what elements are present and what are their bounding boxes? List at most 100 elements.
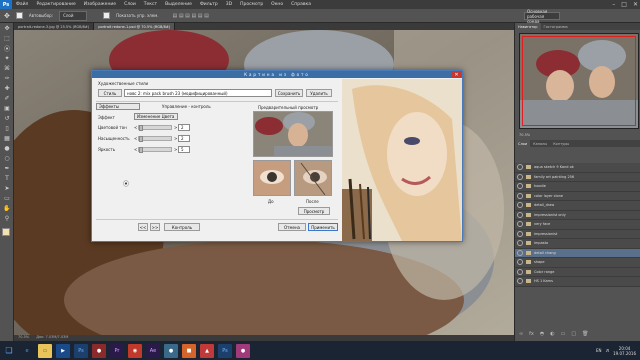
dialog-close-button[interactable]: ✕ xyxy=(452,71,461,78)
menu-layers[interactable]: Слои xyxy=(120,2,140,7)
nav-next-button[interactable]: >> xyxy=(150,223,160,231)
saturation-slider-thumb[interactable] xyxy=(139,136,143,142)
move-tool-icon[interactable]: ✥ xyxy=(4,12,10,20)
menu-filter[interactable]: Фильтр xyxy=(196,2,222,7)
layer-row[interactable]: very face xyxy=(515,220,640,230)
healing-icon[interactable]: ✚ xyxy=(0,83,14,93)
transform-controls-checkbox[interactable] xyxy=(103,12,111,19)
eye-icon[interactable] xyxy=(517,249,523,256)
layer-row[interactable]: HS 1 Kams xyxy=(515,277,640,287)
media-icon[interactable]: ▶ xyxy=(56,343,70,358)
hue-slider-thumb[interactable] xyxy=(139,125,143,131)
eye-icon[interactable] xyxy=(517,240,523,247)
tab-navigator[interactable]: Навигатор xyxy=(515,23,541,30)
lasso-icon[interactable]: ⦿ xyxy=(0,43,14,53)
crop-icon[interactable]: ⌘ xyxy=(0,63,14,73)
eyedropper-icon[interactable]: ✑ xyxy=(0,73,14,83)
new-group-icon[interactable]: ▭ xyxy=(561,331,566,337)
app-icon[interactable]: ● xyxy=(92,343,106,358)
layer-row[interactable]: aqua sketch 9 Kand ok xyxy=(515,163,640,173)
saturation-value[interactable]: 2 xyxy=(178,135,190,142)
style-button[interactable]: Стиль xyxy=(98,89,122,97)
control-button[interactable]: Контроль xyxy=(164,223,200,231)
layer-row[interactable]: Color range xyxy=(515,268,640,277)
apply-button[interactable]: Применить xyxy=(308,223,338,231)
layer-row-selected[interactable]: detail chang xyxy=(515,248,640,258)
chrome-icon[interactable]: ◉ xyxy=(128,343,142,358)
eye-icon[interactable] xyxy=(517,192,523,199)
navigator-thumbnail[interactable] xyxy=(519,33,639,129)
align-icons[interactable]: ▤ ▤ ▤ ▤ ▤ ▤ xyxy=(173,13,209,19)
layer-row[interactable]: family art painting 256 xyxy=(515,173,640,182)
menu-edit[interactable]: Редактирование xyxy=(32,2,79,7)
photoshop-taskbar-icon[interactable]: Ps xyxy=(74,343,88,358)
tab-histogram[interactable]: Гистограмма xyxy=(541,23,571,30)
layer-row[interactable]: impasto xyxy=(515,239,640,249)
preview-button[interactable]: Просмотр xyxy=(298,207,330,215)
effects-select[interactable]: Эффекты xyxy=(96,103,140,110)
app6-icon[interactable]: ● xyxy=(236,343,250,358)
move-icon[interactable]: ✥ xyxy=(0,23,14,33)
dodge-icon[interactable]: ○ xyxy=(0,153,14,163)
layer-row[interactable]: detail_draw xyxy=(515,201,640,211)
link-icon[interactable]: ∞ xyxy=(519,331,523,337)
menu-view[interactable]: Просмотр xyxy=(236,2,267,7)
shape-icon[interactable]: ▭ xyxy=(0,193,14,203)
blur-icon[interactable]: ● xyxy=(0,143,14,153)
adjustment-icon[interactable]: ◐ xyxy=(550,331,554,337)
preview-after[interactable] xyxy=(294,160,332,196)
stamp-icon[interactable]: ▣ xyxy=(0,103,14,113)
menu-file[interactable]: Файл xyxy=(12,2,32,7)
ie-icon[interactable]: e xyxy=(20,344,34,358)
menu-select[interactable]: Выделение xyxy=(161,2,196,7)
navigator-zoom-value[interactable]: 70.5% xyxy=(519,133,530,137)
minimize-icon[interactable]: – xyxy=(612,1,615,8)
preview-large[interactable] xyxy=(253,111,333,157)
navigator-view-box[interactable] xyxy=(522,36,636,126)
zoom-readout[interactable]: 70.5% xyxy=(18,335,29,339)
layer-row[interactable]: color layer clone xyxy=(515,192,640,201)
doc-tab-2[interactable]: portrait redone-1.psd @ 70.5% (RGB/8#) xyxy=(94,23,176,30)
doc-tab-1[interactable]: portrait-redone-3.jpg @ 25.5% (RGB/8#) xyxy=(14,23,95,30)
saturation-decrement[interactable]: < xyxy=(134,136,137,141)
delete-style-button[interactable]: Удалить xyxy=(306,89,332,97)
workspace-switcher[interactable]: Основная рабочая среда xyxy=(524,9,560,24)
hue-value[interactable]: 2 xyxy=(178,124,190,131)
eye-icon[interactable] xyxy=(517,211,523,218)
tab-layers[interactable]: Слои xyxy=(515,140,531,147)
hue-decrement[interactable]: < xyxy=(134,125,137,130)
quick-select-icon[interactable]: ✦ xyxy=(0,53,14,63)
eye-icon[interactable] xyxy=(517,183,523,190)
zoom-icon[interactable]: ⚲ xyxy=(0,213,14,223)
hand-icon[interactable]: ✋ xyxy=(0,203,14,213)
app4-icon[interactable]: ▲ xyxy=(200,343,214,358)
layer-row[interactable]: impressionist only xyxy=(515,211,640,220)
preview-before[interactable] xyxy=(253,160,291,196)
eye-icon[interactable] xyxy=(517,221,523,228)
menu-3d[interactable]: 3D xyxy=(222,2,236,7)
eye-icon[interactable] xyxy=(517,202,523,209)
hue-increment[interactable]: > xyxy=(174,125,177,130)
menu-window[interactable]: Окно xyxy=(267,2,287,7)
new-layer-icon[interactable]: □ xyxy=(571,331,576,337)
hue-slider[interactable] xyxy=(138,125,172,131)
gradient-icon[interactable]: ▦ xyxy=(0,133,14,143)
brightness-decrement[interactable]: < xyxy=(134,147,137,152)
menu-type[interactable]: Текст xyxy=(140,2,161,7)
clock[interactable]: 20:04 19.07.2016 xyxy=(613,346,636,356)
eye-icon[interactable] xyxy=(517,268,523,275)
app5-icon[interactable]: Ps xyxy=(218,343,232,358)
pen-icon[interactable]: ✒ xyxy=(0,163,14,173)
brightness-value[interactable]: 5 xyxy=(178,146,190,153)
fx-icon[interactable]: fx xyxy=(529,331,534,337)
menu-help[interactable]: Справка xyxy=(287,2,315,7)
trash-icon[interactable]: 🗑 xyxy=(582,331,588,337)
auto-select-checkbox[interactable] xyxy=(15,12,23,19)
brightness-slider-thumb[interactable] xyxy=(139,147,143,153)
eye-icon[interactable] xyxy=(517,259,523,266)
folder-icon[interactable]: ▭ xyxy=(38,343,52,358)
history-brush-icon[interactable]: ↺ xyxy=(0,113,14,123)
volume-icon[interactable]: ♬ xyxy=(606,348,610,353)
eye-icon[interactable] xyxy=(517,164,523,171)
nav-prev-button[interactable]: << xyxy=(138,223,148,231)
